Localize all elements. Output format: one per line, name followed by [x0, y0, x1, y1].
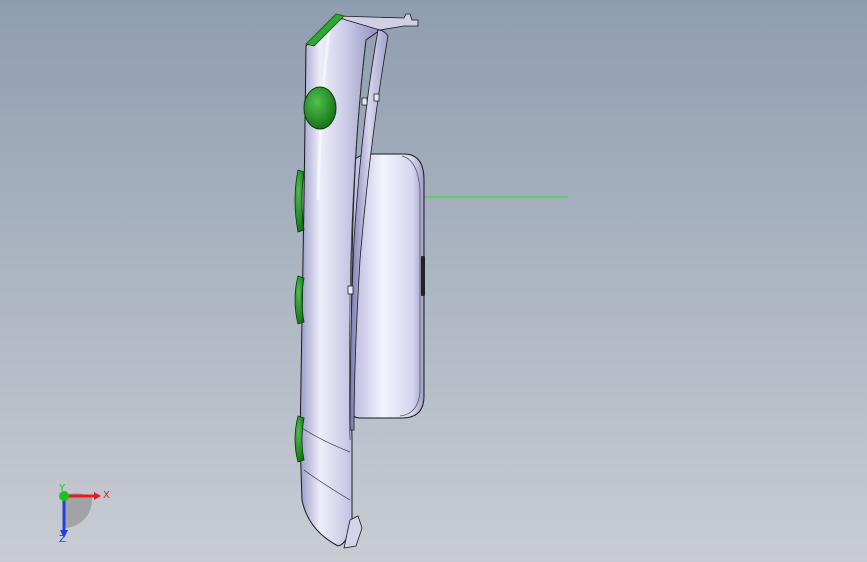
- y-axis-label: Y: [58, 483, 66, 494]
- x-axis-label: X: [103, 490, 110, 501]
- cad-3d-viewport[interactable]: X Y Z: [0, 0, 867, 562]
- orientation-triad: X Y Z: [58, 483, 110, 545]
- model-canvas[interactable]: X Y Z: [0, 0, 867, 562]
- top-green-button[interactable]: [303, 86, 337, 130]
- z-axis-label: Z: [59, 534, 66, 545]
- green-button-2[interactable]: [294, 169, 305, 233]
